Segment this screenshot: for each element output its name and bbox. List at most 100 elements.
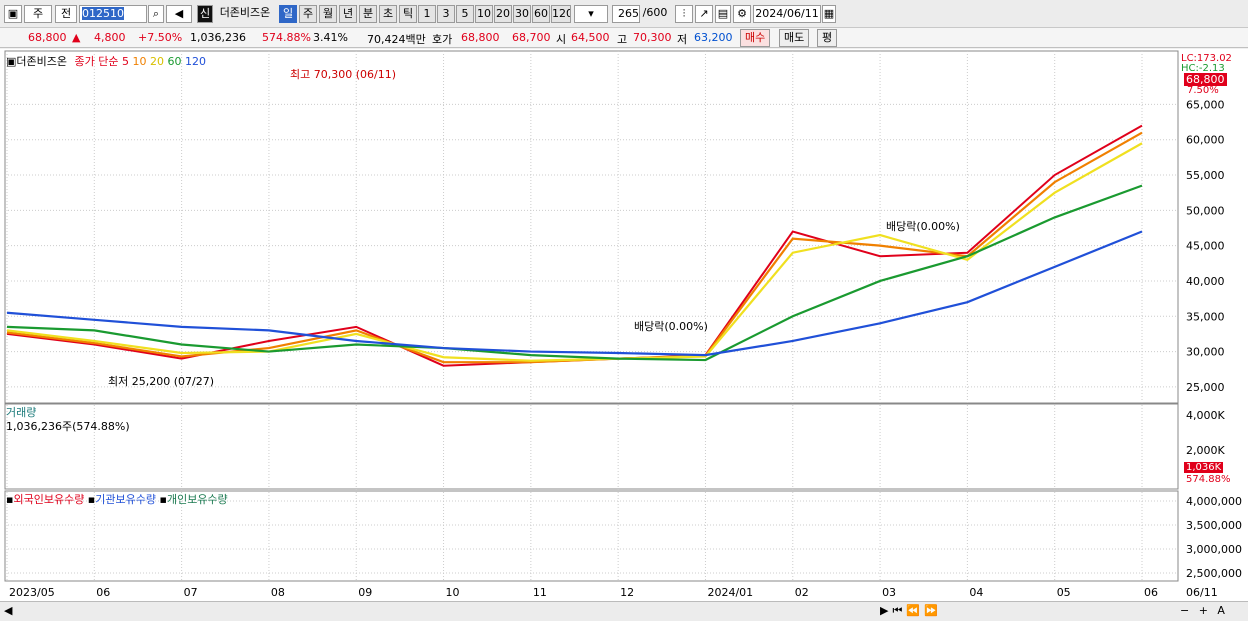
open: 64,500 bbox=[571, 31, 610, 44]
layout-icon[interactable]: ▣ bbox=[4, 5, 22, 23]
count-total: /600 bbox=[642, 6, 668, 19]
tab-month[interactable]: 월 bbox=[319, 5, 337, 23]
hold-y-tick: 3,000,000 bbox=[1186, 543, 1242, 556]
toolbar: ▣ 주 전 012510 ⌕ ◀ 신 더존비즈온 일 주 월 년 분 초 틱 1… bbox=[0, 0, 1248, 28]
buy-button[interactable]: 매수 bbox=[740, 29, 771, 47]
speaker-icon[interactable]: ◀ bbox=[166, 5, 192, 23]
mode-select-2[interactable]: 전 bbox=[55, 5, 77, 23]
ma-label: 종가 단순 bbox=[74, 55, 119, 68]
ma10-label: 10 bbox=[132, 55, 147, 68]
vol-tag-pct: 574.88% bbox=[1186, 474, 1231, 485]
eval-button[interactable]: 평 bbox=[817, 29, 838, 47]
main-title: 더존비즈온 bbox=[16, 55, 68, 68]
inst-label: 기관보유수량 bbox=[95, 493, 156, 506]
tab-day[interactable]: 일 bbox=[279, 5, 297, 23]
x-tick-label: 07 bbox=[184, 586, 198, 599]
change: 4,800 bbox=[94, 31, 126, 44]
x-tick-label: 05 bbox=[1057, 586, 1071, 599]
ma60-label: 60 bbox=[167, 55, 182, 68]
num-tab-3[interactable]: 3 bbox=[437, 5, 455, 23]
num-tab-120[interactable]: 120 bbox=[551, 5, 571, 23]
num-tab-1[interactable]: 1 bbox=[418, 5, 436, 23]
low: 63,200 bbox=[694, 31, 733, 44]
high: 70,300 bbox=[633, 31, 672, 44]
scroll-left-icon[interactable]: ◀ bbox=[4, 604, 12, 617]
credit-badge: 신 bbox=[197, 5, 213, 23]
nav-buttons[interactable]: ▶⏮⏪⏩ bbox=[880, 604, 942, 618]
mode-select-1[interactable]: 주 bbox=[24, 5, 52, 23]
y-tick-label: 65,000 bbox=[1186, 98, 1225, 111]
count-input[interactable]: 265 bbox=[612, 5, 640, 23]
chart-scrollbar[interactable]: ◀ ▶⏮⏪⏩ − + A bbox=[0, 601, 1248, 621]
hold-y-tick: 3,500,000 bbox=[1186, 519, 1242, 532]
change-pct: +7.50% bbox=[138, 31, 183, 44]
ask: 68,800 bbox=[461, 31, 500, 44]
stock-name: 더존비즈온 bbox=[219, 6, 271, 19]
volume: 1,036,236 bbox=[190, 31, 246, 44]
tab-week[interactable]: 주 bbox=[299, 5, 317, 23]
x-tick-label: 06 bbox=[1144, 586, 1158, 599]
ma120-label: 120 bbox=[185, 55, 206, 68]
ma20-label: 20 bbox=[150, 55, 164, 68]
turnover: 3.41% bbox=[313, 31, 348, 44]
num-tab-30[interactable]: 30 bbox=[513, 5, 531, 23]
y-tick-label: 55,000 bbox=[1186, 169, 1225, 182]
div-note-2: 배당락(0.00%) bbox=[886, 220, 960, 233]
y-tick-label: 30,000 bbox=[1186, 346, 1225, 359]
zoom-buttons[interactable]: − + A bbox=[1180, 604, 1228, 617]
min-note: 최저 25,200 (07/27) bbox=[108, 375, 215, 388]
x-end-label: 06/11 bbox=[1186, 586, 1218, 599]
chart-area[interactable]: 2023/05 06 07 08 09 10 11 12 2024/01 02 03 04 05 06 06… bbox=[0, 49, 1248, 621]
max-note: 최고 70,300 (06/11) bbox=[290, 68, 397, 81]
draw-icon[interactable]: ↗ bbox=[695, 5, 713, 23]
tab-year[interactable]: 년 bbox=[339, 5, 357, 23]
x-tick-label: 10 bbox=[446, 586, 460, 599]
bid: 68,700 bbox=[512, 31, 551, 44]
chart-type-icon[interactable]: ⫶ bbox=[675, 5, 693, 23]
hold-legend: ▪외국인보유수량 ▪기관보유수량 ▪개인보유수량 bbox=[6, 493, 228, 506]
ma-line-60 bbox=[6, 184, 1143, 362]
hold-y-tick: 2,500,000 bbox=[1186, 567, 1242, 580]
x-tick-label: 12 bbox=[620, 586, 634, 599]
vol-frame bbox=[4, 403, 1179, 490]
tab-minute[interactable]: 분 bbox=[359, 5, 377, 23]
sell-button[interactable]: 매도 bbox=[779, 29, 810, 47]
ma5-label: 5 bbox=[122, 55, 129, 68]
pct-tag: 7.50% bbox=[1187, 85, 1219, 96]
indiv-label: 개인보유수량 bbox=[166, 493, 228, 506]
tab-second[interactable]: 초 bbox=[379, 5, 397, 23]
save-icon[interactable]: ▤ bbox=[715, 5, 731, 23]
quote-bar: 68,800 ▲ 4,800 +7.50% 1,036,236 574.88% … bbox=[0, 28, 1248, 48]
x-tick-label: 2024/01 bbox=[707, 586, 753, 599]
date-input[interactable]: 2024/06/11 bbox=[753, 5, 821, 23]
stock-code-input[interactable]: 012510 bbox=[79, 5, 147, 23]
hold-y-tick: 4,000,000 bbox=[1186, 495, 1242, 508]
foreign-label: 외국인보유수량 bbox=[13, 493, 85, 506]
open-label: 시 bbox=[556, 33, 567, 46]
vol-value: 1,036,236주(574.88%) bbox=[6, 420, 130, 433]
vol-ratio: 574.88% bbox=[262, 31, 311, 44]
chart-svg: 2023/05 06 07 08 09 10 11 12 2024/01 02 03 04 05 06 06… bbox=[4, 50, 1242, 599]
main-legend: ▣더존비즈온 종가 단순 5 10 20 60 120 bbox=[6, 55, 206, 68]
num-tab-10[interactable]: 10 bbox=[475, 5, 493, 23]
x-tick-label: 08 bbox=[271, 586, 285, 599]
num-tab-60[interactable]: 60 bbox=[532, 5, 550, 23]
x-tick-label: 11 bbox=[533, 586, 547, 599]
search-icon[interactable]: ⌕ bbox=[148, 5, 164, 23]
y-tick-label: 60,000 bbox=[1186, 134, 1225, 147]
y-tick-label: 35,000 bbox=[1186, 310, 1225, 323]
num-tab-20[interactable]: 20 bbox=[494, 5, 512, 23]
y-tick-label: 50,000 bbox=[1186, 204, 1225, 217]
num-tab-5[interactable]: 5 bbox=[456, 5, 474, 23]
x-tick-label: 02 bbox=[795, 586, 809, 599]
ma-line-10 bbox=[6, 131, 1143, 364]
interval-select[interactable]: ▾ bbox=[574, 5, 608, 23]
y-tick-label: 25,000 bbox=[1186, 381, 1225, 394]
calendar-icon[interactable]: ▦ bbox=[822, 5, 836, 23]
x-tick-label: 2023/05 bbox=[9, 586, 55, 599]
div-note-1: 배당락(0.00%) bbox=[634, 320, 708, 333]
vol-y-tick: 4,000K bbox=[1186, 409, 1225, 422]
x-tick-label: 04 bbox=[969, 586, 983, 599]
tab-tick[interactable]: 틱 bbox=[399, 5, 417, 23]
settings-icon[interactable]: ⚙ bbox=[733, 5, 751, 23]
